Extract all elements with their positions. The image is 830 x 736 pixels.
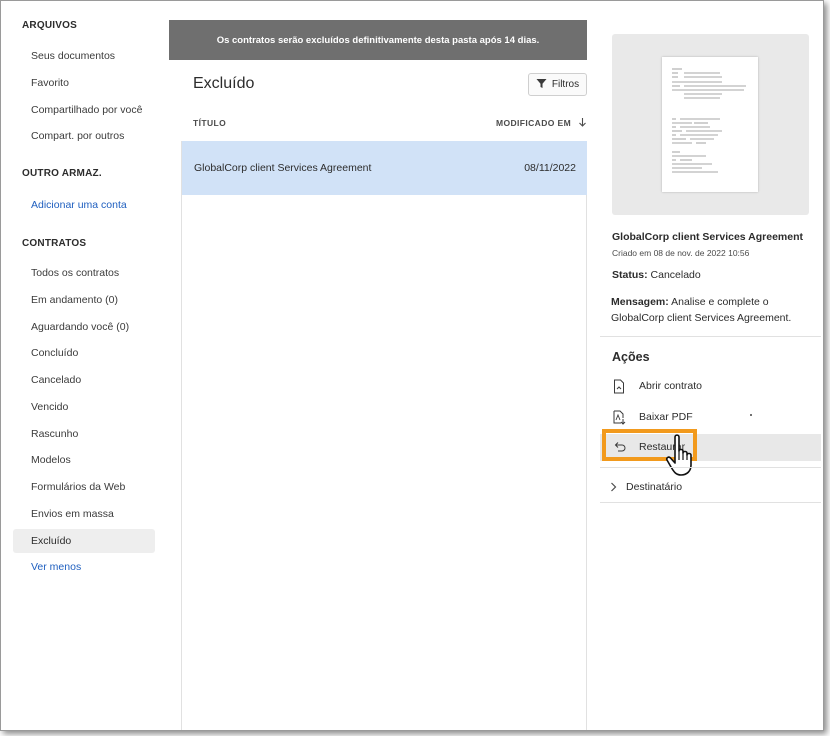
stray-dot [750, 414, 752, 416]
divider [600, 336, 821, 337]
document-preview [612, 34, 809, 215]
column-header-modified[interactable]: MODIFICADO EM [496, 118, 586, 128]
column-header-modified-label: MODIFICADO EM [496, 118, 572, 128]
sort-arrow-down-icon [578, 118, 586, 128]
recipient-label: Destinatário [626, 481, 683, 493]
sidebar-item-aguardando[interactable]: Aguardando você (0) [13, 315, 155, 339]
column-header-title[interactable]: TÍTULO [193, 118, 226, 128]
sidebar-item-formularios[interactable]: Formulários da Web [13, 475, 155, 499]
open-agreement-label: Abrir contrato [639, 380, 703, 392]
app-window: ARQUIVOS Seus documentos Favorito Compar… [0, 0, 824, 731]
divider [600, 502, 821, 503]
filters-button[interactable]: Filtros [528, 73, 587, 96]
detail-created-date: Criado em 08 de nov. de 2022 10:56 [612, 248, 750, 258]
sidebar-item-em-andamento[interactable]: Em andamento (0) [13, 288, 155, 312]
detail-title: GlobalCorp client Services Agreement [612, 231, 804, 243]
document-icon [612, 379, 626, 394]
status-value: Cancelado [650, 269, 701, 281]
row-title: GlobalCorp client Services Agreement [194, 162, 372, 174]
sidebar-item-todos[interactable]: Todos os contratos [13, 261, 155, 285]
sidebar: ARQUIVOS Seus documentos Favorito Compar… [1, 1, 166, 730]
actions-heading: Ações [612, 350, 650, 364]
page-title: Excluído [193, 75, 255, 92]
banner-text: Os contratos serão excluídos definitivam… [216, 34, 540, 46]
restore-label: Restaurar [639, 441, 686, 453]
document-thumbnail[interactable] [662, 57, 758, 192]
sidebar-item-excluido[interactable]: Excluído [13, 529, 155, 553]
sidebar-item-compart-outros[interactable]: Compart. por outros [13, 124, 155, 148]
sidebar-item-compartilhado[interactable]: Compartilhado por você [13, 98, 155, 122]
filter-icon [536, 78, 547, 92]
sidebar-item-modelos[interactable]: Modelos [13, 448, 155, 472]
status-line: Status: Cancelado [612, 269, 701, 281]
add-account-link[interactable]: Adicionar uma conta [13, 193, 155, 217]
deletion-notice-banner: Os contratos serão excluídos definitivam… [169, 20, 587, 60]
pdf-download-icon [612, 410, 626, 425]
section-heading-contratos: CONTRATOS [22, 238, 87, 249]
chevron-right-icon [610, 482, 617, 495]
download-pdf-label: Baixar PDF [639, 411, 693, 423]
divider [600, 467, 821, 468]
section-heading-outro-armaz: OUTRO ARMAZ. [22, 168, 102, 179]
message-label: Mensagem: [611, 296, 669, 308]
sidebar-item-cancelado[interactable]: Cancelado [13, 368, 155, 392]
table-row[interactable]: GlobalCorp client Services Agreement 08/… [182, 141, 587, 195]
recipient-expander[interactable]: Destinatário [600, 475, 821, 502]
undo-icon [612, 440, 626, 455]
sidebar-item-envios-massa[interactable]: Envios em massa [13, 502, 155, 526]
sidebar-item-seus-documentos[interactable]: Seus documentos [13, 44, 155, 68]
sidebar-item-vencido[interactable]: Vencido [13, 395, 155, 419]
agreement-list: GlobalCorp client Services Agreement 08/… [181, 141, 587, 730]
status-label: Status: [612, 269, 648, 281]
row-modified-date: 08/11/2022 [524, 162, 576, 174]
open-agreement-action[interactable]: Abrir contrato [600, 373, 821, 400]
sidebar-item-concluido[interactable]: Concluído [13, 341, 155, 365]
message-block: Mensagem: Analise e complete o GlobalCor… [611, 294, 816, 326]
restore-action[interactable]: Restaurar [600, 434, 821, 461]
sidebar-item-rascunho[interactable]: Rascunho [13, 422, 155, 446]
download-pdf-action[interactable]: Baixar PDF [600, 404, 821, 431]
see-less-link[interactable]: Ver menos [13, 555, 155, 579]
sidebar-item-favorito[interactable]: Favorito [13, 71, 155, 95]
filters-label: Filtros [551, 79, 580, 90]
section-heading-arquivos: ARQUIVOS [22, 20, 77, 31]
